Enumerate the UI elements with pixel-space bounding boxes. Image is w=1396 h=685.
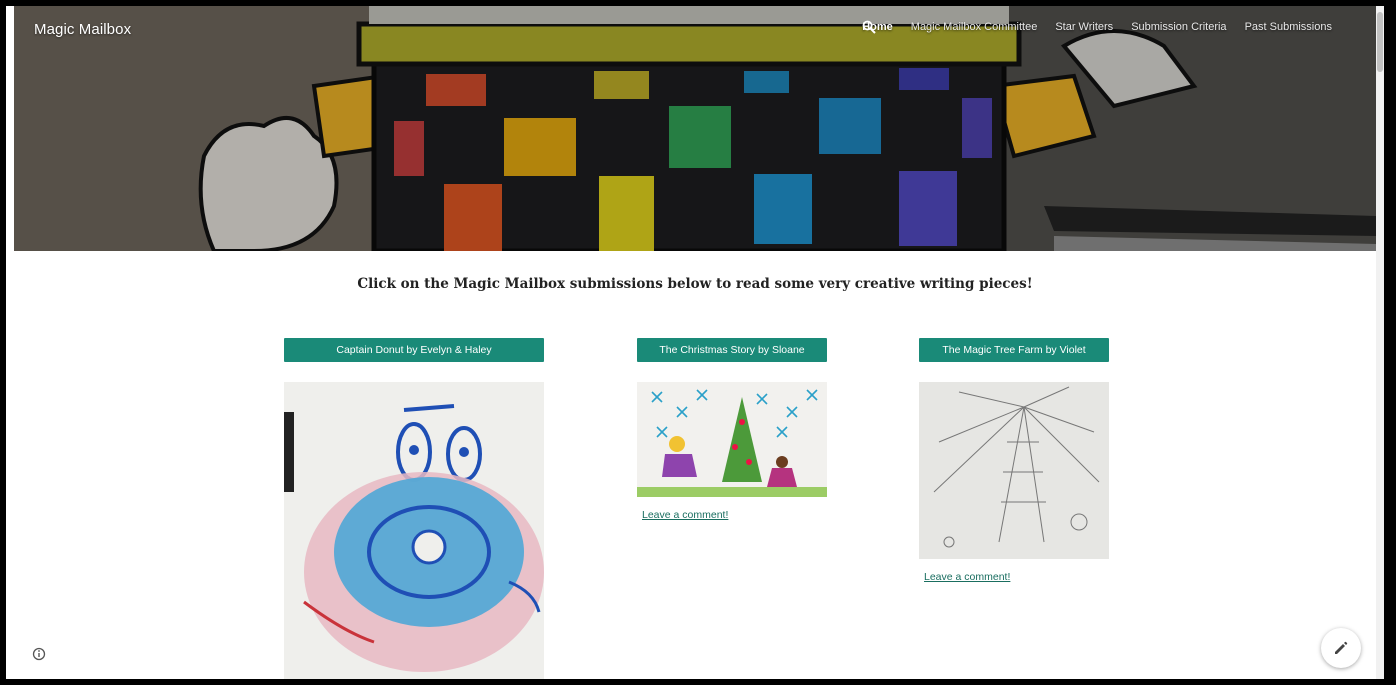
info-icon[interactable] [32,647,46,661]
nav-item-past-submissions[interactable]: Past Submissions [1245,21,1332,33]
nav-item-magic-mailbox-committee[interactable]: Magic Mailbox Committee [911,21,1038,33]
comment-link-christmas-story[interactable]: Leave a comment! [642,509,728,521]
comment-link-magic-tree-farm[interactable]: Leave a comment! [924,571,1010,583]
page-scrollbar[interactable] [1376,6,1384,679]
nav-item-star-writers[interactable]: Star Writers [1055,21,1113,33]
page-headline: Click on the Magic Mailbox submissions b… [357,276,1033,292]
card-image-magic-tree-farm[interactable] [919,382,1109,559]
pencil-icon [1335,641,1348,654]
card-button-magic-tree-farm[interactable]: The Magic Tree Farm by Violet [919,338,1109,362]
nav-item-submission-criteria[interactable]: Submission Criteria [1131,21,1226,33]
edit-button[interactable] [1321,628,1361,668]
top-nav: Home Magic Mailbox Committee Star Writer… [862,20,1364,34]
card-button-christmas-story[interactable]: The Christmas Story by Sloane [637,338,827,362]
scrollbar-thumb[interactable] [1377,12,1383,72]
search-icon[interactable] [862,20,1364,34]
card-image-christmas-story[interactable] [637,382,827,497]
site-title[interactable]: Magic Mailbox [34,21,131,38]
page-frame: Magic Mailbox Home Magic Mailbox Committ… [6,6,1384,679]
banner-image [14,6,1376,251]
header-banner: Magic Mailbox Home Magic Mailbox Committ… [14,6,1376,251]
card-image-captain-donut[interactable] [284,382,544,679]
card-button-captain-donut[interactable]: Captain Donut by Evelyn & Haley [284,338,544,362]
